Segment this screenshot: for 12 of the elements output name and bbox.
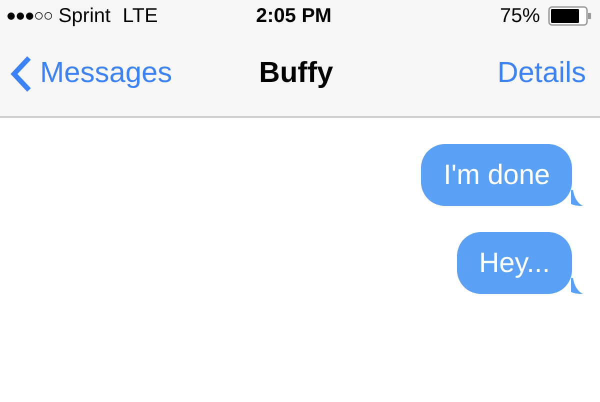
details-button[interactable]: Details: [497, 52, 590, 96]
signal-strength: ●●●○○: [6, 5, 52, 28]
chevron-left-icon: [10, 55, 32, 93]
bubble-tail: [571, 190, 583, 206]
bubble-tail: [571, 278, 583, 294]
battery-icon: [548, 6, 592, 26]
back-button[interactable]: Messages: [10, 52, 172, 96]
carrier-name: Sprint: [58, 4, 111, 29]
network-type: LTE: [122, 4, 158, 29]
conversation-title: Buffy: [259, 56, 334, 92]
status-time: 2:05 PM: [256, 4, 332, 29]
battery-percentage: 75%: [500, 4, 540, 29]
